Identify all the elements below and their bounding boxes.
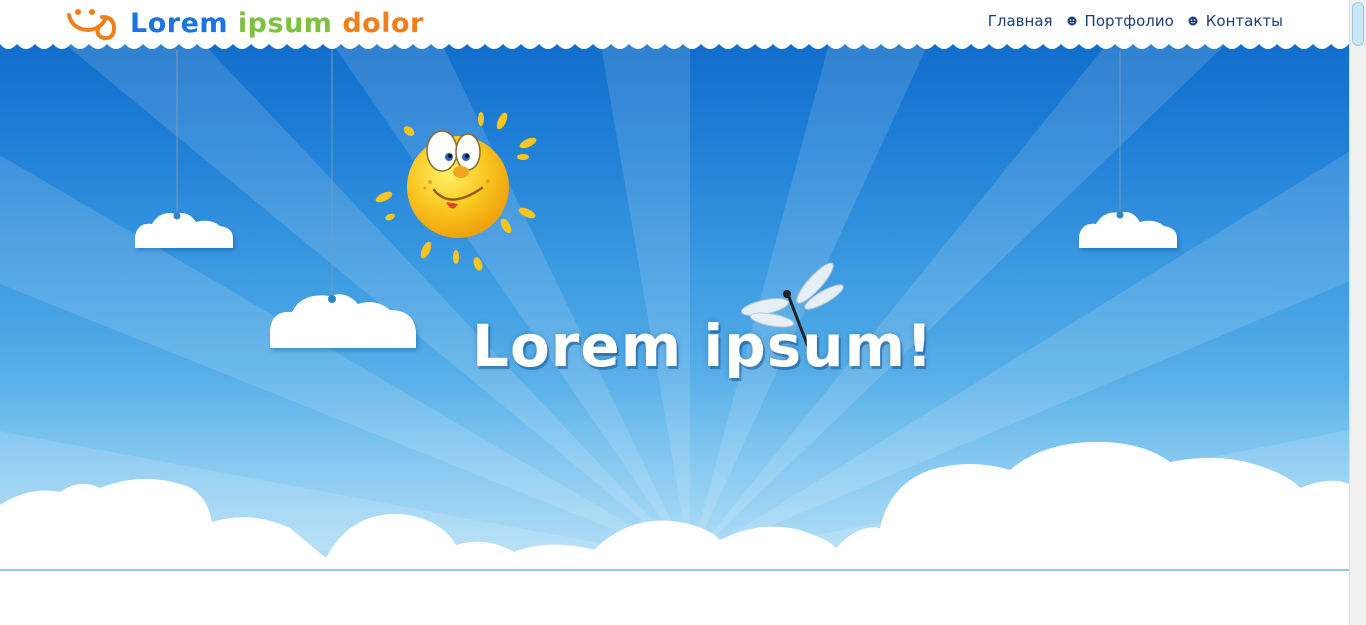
vertical-scrollbar[interactable] <box>1349 0 1366 625</box>
hero-banner: Lorem ipsum! <box>0 0 1349 570</box>
scrollbar-thumb[interactable] <box>1352 2 1364 46</box>
hero-bottom-border <box>0 569 1349 571</box>
page: Lorem ipsum! Lorem ipsum dolor Главная П… <box>0 0 1349 625</box>
logo-word-1: Lorem <box>130 7 229 39</box>
site-logo[interactable]: Lorem ipsum dolor <box>66 3 424 43</box>
main-navigation: Главная Портфолио Контакты <box>988 12 1283 30</box>
logo-text: Lorem ipsum dolor <box>130 8 424 39</box>
logo-word-3: dolor <box>342 7 424 39</box>
hanging-cloud-left <box>135 212 234 248</box>
hero-title: Lorem ipsum! <box>472 312 934 380</box>
nav-item-portfolio[interactable]: Портфолио <box>1085 12 1174 30</box>
site-header: Lorem ipsum dolor Главная Портфолио Конт… <box>0 0 1349 44</box>
logo-word-2: ipsum <box>237 7 333 39</box>
hanging-cloud-right <box>1079 211 1178 248</box>
hero-illustration <box>0 0 1349 570</box>
smiley-bullet-icon <box>1067 16 1077 26</box>
smiley-logo-icon <box>67 9 117 41</box>
smiley-bullet-icon <box>1188 16 1198 26</box>
nav-item-contacts[interactable]: Контакты <box>1206 12 1283 30</box>
nav-item-home[interactable]: Главная <box>988 12 1053 30</box>
